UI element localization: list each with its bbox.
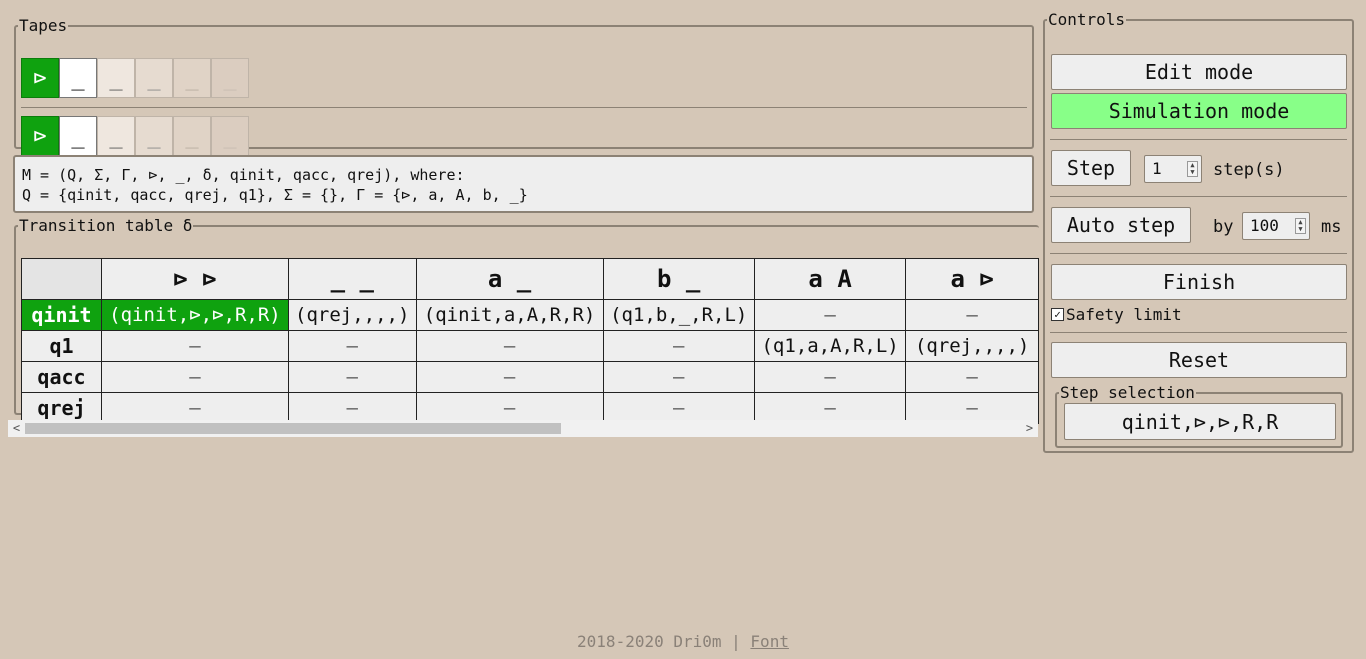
interval-value: 100	[1250, 216, 1279, 235]
step-button[interactable]: Step	[1051, 150, 1131, 186]
step-selection-panel: Step selection qinit,⊳,⊳,R,R	[1055, 385, 1343, 448]
safety-limit-checkbox[interactable]: ✓ Safety limit	[1051, 305, 1182, 324]
column-header: _ _	[287, 258, 417, 300]
transition-cell[interactable]: –	[415, 361, 604, 393]
tape-1-cell-5: _	[211, 58, 249, 98]
tape-2: ⊳ _ _ _ _ _	[21, 116, 249, 156]
tape-2-cell-0: ⊳	[21, 116, 59, 156]
transition-cell[interactable]: (qrej,,,,)	[905, 330, 1039, 362]
transition-cell[interactable]: –	[287, 392, 417, 424]
tape-2-cell-4: _	[173, 116, 211, 156]
reset-button[interactable]: Reset	[1051, 342, 1347, 378]
divider	[1050, 253, 1347, 254]
state-label: qacc	[21, 361, 102, 393]
tape-1-cell-4: _	[173, 58, 211, 98]
divider	[1050, 139, 1347, 140]
step-selection-option[interactable]: qinit,⊳,⊳,R,R	[1064, 403, 1336, 440]
transition-table-legend: Transition table δ	[19, 216, 193, 235]
horizontal-scrollbar[interactable]: < >	[8, 420, 1038, 437]
step-selection-legend: Step selection	[1060, 383, 1195, 402]
tape-2-cell-2: _	[97, 116, 135, 156]
footer-text: 2018-2020 Dri0m |	[577, 632, 751, 651]
transition-cell[interactable]: (qinit,⊳,⊳,R,R)	[100, 299, 289, 331]
step-count-input[interactable]: 1 ▲ ▼	[1144, 155, 1202, 183]
state-label: qrej	[21, 392, 102, 424]
transition-cell[interactable]: –	[415, 330, 604, 362]
scroll-left-icon[interactable]: <	[8, 420, 25, 437]
transition-cell[interactable]: –	[905, 361, 1039, 393]
tape-1-cell-1: _	[59, 58, 97, 98]
table-row: q1 – – – – (q1,a,A,R,L) (qrej,,,,)	[21, 330, 1039, 362]
transition-table-viewport[interactable]: ⊳ ⊳ _ _ a _ b _ a A a ⊳ qinit (qinit,⊳,⊳…	[21, 258, 1039, 424]
transition-cell[interactable]: –	[287, 330, 417, 362]
scroll-right-icon[interactable]: >	[1021, 420, 1038, 437]
controls-panel: Controls Edit mode Simulation mode Step …	[1043, 12, 1354, 453]
transition-cell[interactable]: –	[602, 330, 755, 362]
transition-cell[interactable]: (q1,a,A,R,L)	[753, 330, 907, 362]
spinner-arrows-icon[interactable]: ▲ ▼	[1295, 218, 1306, 234]
table-row: qacc – – – – – –	[21, 361, 1039, 393]
transition-cell[interactable]: –	[905, 299, 1039, 331]
transition-cell[interactable]: –	[100, 361, 289, 393]
column-header: b _	[602, 258, 755, 300]
safety-limit-label: Safety limit	[1066, 305, 1182, 324]
column-header: a A	[753, 258, 907, 300]
transition-table: ⊳ ⊳ _ _ a _ b _ a A a ⊳ qinit (qinit,⊳,⊳…	[21, 258, 1039, 424]
tapes-legend: Tapes	[19, 16, 68, 35]
tape-1-cell-2: _	[97, 58, 135, 98]
transition-cell[interactable]: –	[602, 361, 755, 393]
tape-1-cell-3: _	[135, 58, 173, 98]
by-label: by	[1213, 217, 1234, 237]
tape-1-cell-0: ⊳	[21, 58, 59, 98]
definition-line-2: Q = {qinit, qacc, qrej, q1}, Σ = {}, Γ =…	[22, 186, 528, 204]
transition-cell[interactable]: (qrej,,,,)	[287, 299, 417, 331]
definition-line-1: M = (Q, Σ, Γ, ⊳, _, δ, qinit, qacc, qrej…	[22, 166, 465, 184]
transition-cell[interactable]: –	[287, 361, 417, 393]
transition-cell[interactable]: –	[100, 330, 289, 362]
transition-cell[interactable]: –	[602, 392, 755, 424]
state-label: qinit	[21, 299, 102, 331]
transition-cell[interactable]: (qinit,a,A,R,R)	[415, 299, 604, 331]
tape-2-cell-5: _	[211, 116, 249, 156]
ms-label: ms	[1321, 217, 1342, 237]
transition-cell[interactable]: –	[415, 392, 604, 424]
tape-separator	[21, 107, 1027, 108]
transition-cell[interactable]: –	[100, 392, 289, 424]
tape-2-cell-1: _	[59, 116, 97, 156]
checkbox-checked-icon[interactable]: ✓	[1051, 308, 1064, 321]
column-header: a ⊳	[905, 258, 1039, 300]
transition-cell[interactable]: –	[753, 392, 907, 424]
column-header: a _	[415, 258, 604, 300]
column-header: ⊳ ⊳	[100, 258, 289, 300]
edit-mode-button[interactable]: Edit mode	[1051, 54, 1347, 90]
tape-1: ⊳ _ _ _ _ _	[21, 58, 249, 98]
divider	[1050, 196, 1347, 197]
table-corner	[21, 258, 102, 300]
divider	[1050, 332, 1347, 333]
transition-cell[interactable]: (q1,b,_,R,L)	[602, 299, 755, 331]
machine-definition: M = (Q, Σ, Γ, ⊳, _, δ, qinit, qacc, qrej…	[13, 155, 1034, 213]
scrollbar-thumb[interactable]	[25, 423, 561, 434]
table-row: qinit (qinit,⊳,⊳,R,R) (qrej,,,,) (qinit,…	[21, 299, 1039, 331]
tape-2-cell-3: _	[135, 116, 173, 156]
transition-cell[interactable]: –	[753, 361, 907, 393]
font-link[interactable]: Font	[750, 632, 789, 651]
spinner-arrows-icon[interactable]: ▲ ▼	[1187, 161, 1198, 177]
state-label: q1	[21, 330, 102, 362]
transition-cell[interactable]: –	[905, 392, 1039, 424]
controls-legend: Controls	[1048, 10, 1126, 29]
transition-table-panel: Transition table δ ⊳ ⊳ _ _ a _ b _ a A a…	[14, 216, 1039, 424]
table-header-row: ⊳ ⊳ _ _ a _ b _ a A a ⊳	[21, 258, 1039, 300]
footer: 2018-2020 Dri0m | Font	[0, 632, 1366, 651]
tapes-panel: Tapes ⊳ _ _ _ _ _ ⊳ _ _ _ _ _	[14, 16, 1034, 156]
step-count-value: 1	[1152, 159, 1162, 178]
interval-input[interactable]: 100 ▲ ▼	[1242, 212, 1310, 240]
simulation-mode-button[interactable]: Simulation mode	[1051, 93, 1347, 129]
transition-cell[interactable]: –	[753, 299, 907, 331]
finish-button[interactable]: Finish	[1051, 264, 1347, 300]
steps-label: step(s)	[1213, 160, 1285, 180]
table-row: qrej – – – – – –	[21, 392, 1039, 424]
auto-step-button[interactable]: Auto step	[1051, 207, 1191, 243]
